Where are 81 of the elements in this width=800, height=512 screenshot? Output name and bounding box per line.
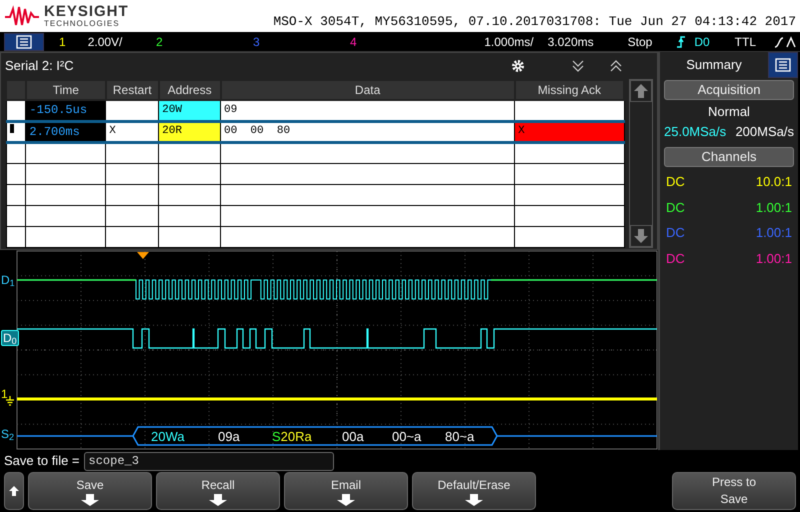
probe-ratio: 1.00:1 — [756, 198, 792, 216]
trigger-edge-icon — [676, 34, 686, 48]
trigger-source: D0 — [694, 34, 710, 50]
decode-label: 00a — [342, 429, 364, 444]
probe-ratio: 1.00:1 — [756, 224, 792, 242]
ground-icon — [6, 396, 14, 406]
channel-number[interactable]: 3 — [253, 32, 260, 50]
save-label: Save to file = — [4, 452, 80, 470]
channel-label[interactable]: S$_{2}$ — [1, 427, 14, 441]
chevron-up-icon — [609, 59, 623, 73]
logo-wave-icon — [4, 5, 40, 27]
decode-label: 80~a — [445, 429, 474, 444]
filename-field[interactable]: scope_3 — [84, 452, 334, 470]
decode-label: S20Ra — [272, 429, 312, 444]
trigger-marker-icon[interactable] — [137, 252, 149, 259]
timebase-value: 1.000ms/ — [484, 34, 534, 50]
scroll-down-icon[interactable] — [633, 228, 650, 244]
menu-icon — [775, 58, 791, 72]
softkey-button[interactable]: Recall — [156, 472, 280, 510]
sample-rate: 200MSa/s — [735, 122, 794, 140]
trigger-level: TTL — [734, 34, 756, 50]
channel-coupling: DC — [666, 250, 685, 268]
probe-ratio: 10.0:1 — [756, 173, 792, 191]
channel-number[interactable]: 2 — [156, 32, 163, 50]
delay-value: 3.020ms — [548, 34, 594, 50]
softkey-button[interactable]: Default/Erase — [412, 472, 536, 510]
row-marker — [10, 124, 14, 134]
channel-number[interactable]: 4 — [350, 32, 357, 50]
wave-icon — [774, 34, 796, 48]
brand-subtitle: TECHNOLOGIES — [44, 19, 121, 28]
expand-button[interactable] — [609, 59, 623, 73]
down-arrow-icon — [81, 494, 99, 506]
missing-ack-cell: X — [514, 121, 624, 142]
scroll-up-icon[interactable] — [633, 83, 650, 99]
data-cell: 09 — [220, 100, 515, 121]
data-cell: 00 00 80 — [220, 121, 515, 142]
channel-coupling: DC — [666, 198, 685, 216]
settings-button[interactable] — [511, 59, 525, 73]
menu-button[interactable] — [768, 52, 798, 78]
scrollbar[interactable] — [629, 79, 653, 248]
softkey-button[interactable]: Email — [284, 472, 408, 510]
settings-icon — [511, 59, 525, 73]
channel-coupling: DC — [666, 173, 685, 191]
column-header[interactable]: Data — [220, 80, 515, 100]
decode-label: 09a — [218, 429, 240, 444]
up-arrow-icon — [9, 486, 19, 496]
up-button[interactable] — [4, 472, 24, 510]
chevron-down-icon — [571, 59, 585, 73]
column-header[interactable]: Restart — [106, 80, 159, 100]
section-header[interactable]: Acquisition — [664, 80, 794, 100]
restart-cell: X — [106, 121, 159, 142]
press-to-save-button[interactable]: Press to Save — [672, 472, 796, 510]
menu-icon — [16, 34, 32, 48]
decode-label: 00~a — [392, 429, 422, 444]
panel-title: Serial 2: I²C — [5, 57, 74, 76]
probe-ratio: 1.00:1 — [756, 250, 792, 268]
softkey-button[interactable]: Save — [28, 472, 152, 510]
down-arrow-icon — [209, 494, 227, 506]
channel-coupling: DC — [666, 224, 685, 242]
column-header[interactable]: Missing Ack — [514, 80, 624, 100]
instrument-title: MSO-X 3054T, MY56310595, 07.10.2017031708: Tue Jun 27 04:13:42 2017 — [273, 13, 796, 31]
acquisition-mode: Normal — [707, 103, 751, 121]
channel-scale: 2.00V/ — [88, 34, 122, 50]
sample-rate: 25.0MSa/s — [664, 122, 726, 140]
menu-button[interactable] — [4, 32, 44, 50]
section-header[interactable]: Channels — [664, 147, 794, 167]
run-state: Stop — [628, 34, 652, 50]
column-header[interactable]: Time — [26, 80, 106, 100]
decode-label: 20Wa — [151, 429, 184, 444]
channel-label[interactable]: D$_{0}$ — [1, 330, 19, 346]
time-cell: 2.700ms — [26, 121, 106, 142]
sidebar-tab[interactable]: Summary — [660, 55, 768, 75]
channel-label[interactable]: D$_{1}$ — [1, 273, 15, 287]
column-header[interactable]: Address — [158, 80, 221, 100]
down-arrow-icon — [337, 494, 355, 506]
brand-name: KEYSIGHT — [44, 4, 129, 19]
address-cell: 20R — [158, 121, 221, 142]
ground-marker[interactable]: 1 — [1, 387, 8, 401]
down-arrow-icon — [465, 494, 483, 506]
collapse-button[interactable] — [571, 59, 585, 73]
channel-number[interactable]: 1 — [59, 32, 66, 50]
